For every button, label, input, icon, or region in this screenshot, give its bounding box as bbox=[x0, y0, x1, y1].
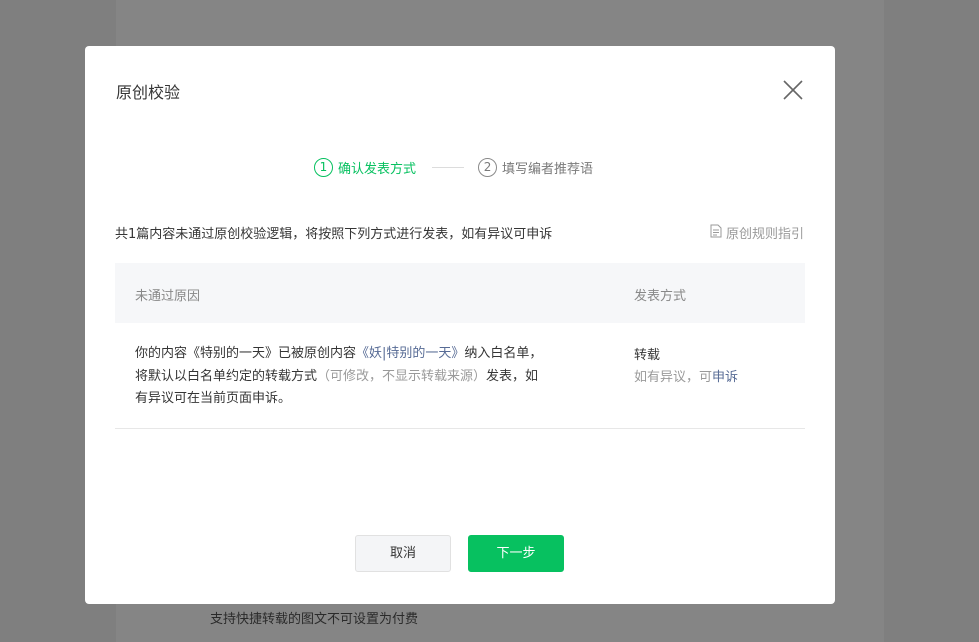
reason-prefix: 你的内容《特别的一天》已被原创内容 bbox=[135, 346, 357, 361]
table-header: 未通过原因 发表方式 bbox=[115, 263, 805, 323]
header-method: 发表方式 bbox=[634, 289, 687, 304]
rules-guide-link[interactable]: 原创规则指引 bbox=[710, 223, 804, 242]
step-2: 2 填写编者推荐语 bbox=[478, 157, 594, 177]
next-step-button[interactable]: 下一步 bbox=[468, 535, 564, 572]
rules-guide-label: 原创规则指引 bbox=[725, 227, 804, 242]
background-note: 支持快捷转载的图文不可设置为付费 bbox=[210, 612, 419, 627]
header-reason: 未通过原因 bbox=[135, 289, 201, 304]
step-divider bbox=[432, 166, 465, 168]
dialog-title: 原创校验 bbox=[116, 83, 181, 102]
appeal-link[interactable]: 申诉 bbox=[712, 370, 738, 385]
step-2-label: 填写编者推荐语 bbox=[502, 161, 594, 177]
close-button[interactable] bbox=[781, 78, 805, 102]
step-1-label: 确认发表方式 bbox=[338, 161, 417, 177]
original-check-dialog: 原创校验 1 确认发表方式 2 填写编者推荐语 共1篇内容未通过原创校验逻辑，将… bbox=[85, 46, 835, 604]
reason-text: 你的内容《特别的一天》已被原创内容《妖|特别的一天》纳入白名单，将默认以白名单约… bbox=[135, 343, 545, 411]
appeal-prefix: 如有异议，可 bbox=[634, 370, 713, 385]
step-1-number: 1 bbox=[314, 157, 333, 177]
reason-note: （可修改，不显示转载来源） bbox=[317, 368, 487, 384]
cancel-button[interactable]: 取消 bbox=[355, 535, 451, 572]
step-indicator: 1 确认发表方式 2 填写编者推荐语 bbox=[314, 156, 593, 178]
document-icon bbox=[710, 224, 722, 242]
appeal-hint: 如有异议，可申诉 bbox=[634, 366, 738, 385]
step-1: 1 确认发表方式 bbox=[314, 157, 417, 177]
summary-text: 共1篇内容未通过原创校验逻辑，将按照下列方式进行发表，如有异议可申诉 bbox=[115, 227, 553, 242]
table-row: 你的内容《特别的一天》已被原创内容《妖|特别的一天》纳入白名单，将默认以白名单约… bbox=[115, 323, 805, 429]
original-content-link[interactable]: 《妖|特别的一天》 bbox=[356, 346, 464, 361]
result-table: 未通过原因 发表方式 你的内容《特别的一天》已被原创内容《妖|特别的一天》纳入白… bbox=[115, 263, 805, 429]
publish-method: 转载 bbox=[634, 348, 661, 363]
step-2-number: 2 bbox=[478, 157, 498, 177]
close-icon bbox=[783, 80, 803, 100]
